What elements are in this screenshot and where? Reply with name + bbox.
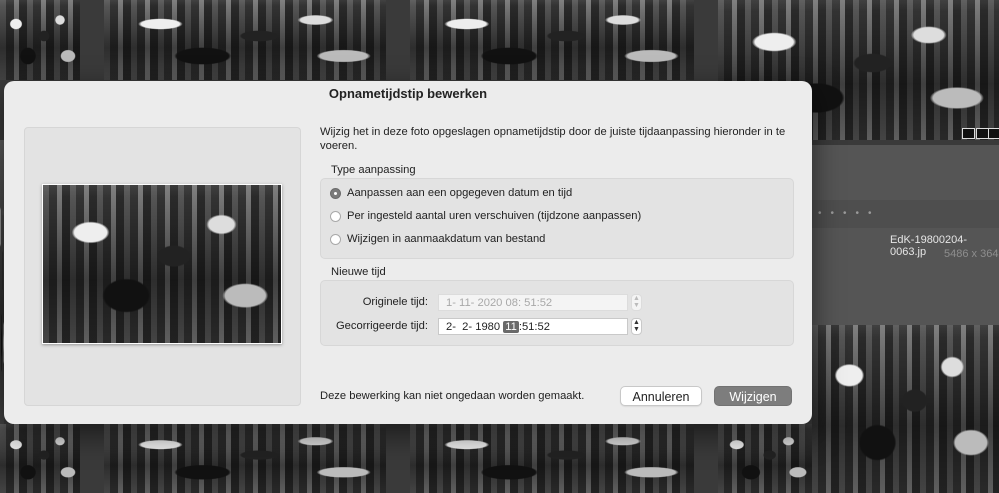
option-shift-hours[interactable]: Per ingesteld aantal uren verschuiven (t…	[330, 210, 641, 222]
corrected-time-stepper[interactable]: ▲ ▼	[631, 318, 642, 335]
stepper-down-icon[interactable]: ▼	[632, 326, 641, 333]
corrected-time-rest[interactable]: :51:52	[519, 321, 550, 333]
stepper-up-icon: ▲	[633, 295, 640, 302]
radio-button-selected[interactable]	[330, 187, 341, 199]
undo-warning: Deze bewerking kan niet ongedaan worden …	[320, 390, 585, 402]
preview-well	[24, 127, 301, 406]
stepper-down-icon: ▼	[633, 302, 640, 309]
thumbnail-2[interactable]	[104, 0, 386, 80]
thumbnail-10[interactable]	[718, 424, 812, 493]
rating-dots[interactable]: •••••	[818, 208, 881, 219]
option-specified-datetime[interactable]: Aanpassen aan een opgegeven datum en tij…	[330, 187, 572, 199]
crop-badge-icon	[988, 128, 999, 139]
dialog-description: Wijzig het in deze foto opgeslagen opnam…	[320, 126, 786, 152]
thumbnail-3[interactable]	[410, 0, 694, 80]
corrected-time-field[interactable]: 2- 2- 1980 11:51:52	[438, 318, 628, 335]
option-label: Per ingesteld aantal uren verschuiven (t…	[347, 210, 642, 222]
original-time-field: 1- 11- 2020 08: 51:52	[438, 294, 628, 311]
radio-button[interactable]	[330, 210, 341, 222]
thumbnail-5[interactable]	[812, 325, 999, 493]
confirm-button[interactable]: Wijzigen	[714, 386, 792, 406]
stepper-up-icon[interactable]: ▲	[632, 319, 641, 326]
flag-badge-icon	[962, 128, 975, 139]
preview-image	[42, 184, 282, 344]
corrected-time-label: Gecorrigeerde tijd:	[335, 320, 428, 332]
thumbnail-8[interactable]	[104, 424, 386, 493]
thumbnail-dimensions: 5486 x 364	[944, 248, 999, 260]
thumbnail-1[interactable]	[0, 0, 80, 80]
time-group-box	[320, 280, 794, 346]
corrected-hour-segment[interactable]: 11	[503, 321, 519, 333]
thumbnail-9[interactable]	[410, 424, 694, 493]
corrected-date-part[interactable]: 2- 2- 1980	[446, 321, 503, 333]
option-file-creation-date[interactable]: Wijzigen in aanmaakdatum van bestand	[330, 233, 545, 245]
original-time-stepper: ▲ ▼	[631, 294, 642, 311]
thumbnail-7[interactable]	[0, 424, 80, 493]
time-group-label: Nieuwe tijd	[331, 266, 386, 278]
dialog-title: Opnametijdstip bewerken	[328, 86, 488, 101]
edit-capture-time-dialog: Opnametijdstip bewerken Wijzig het in de…	[4, 81, 812, 424]
option-label: Aanpassen aan een opgegeven datum en tij…	[347, 187, 573, 199]
radio-button[interactable]	[330, 233, 341, 245]
cancel-button[interactable]: Annuleren	[620, 386, 702, 406]
original-time-label: Originele tijd:	[362, 296, 428, 308]
option-label: Wijzigen in aanmaakdatum van bestand	[347, 233, 546, 245]
type-group-label: Type aanpassing	[331, 164, 416, 176]
